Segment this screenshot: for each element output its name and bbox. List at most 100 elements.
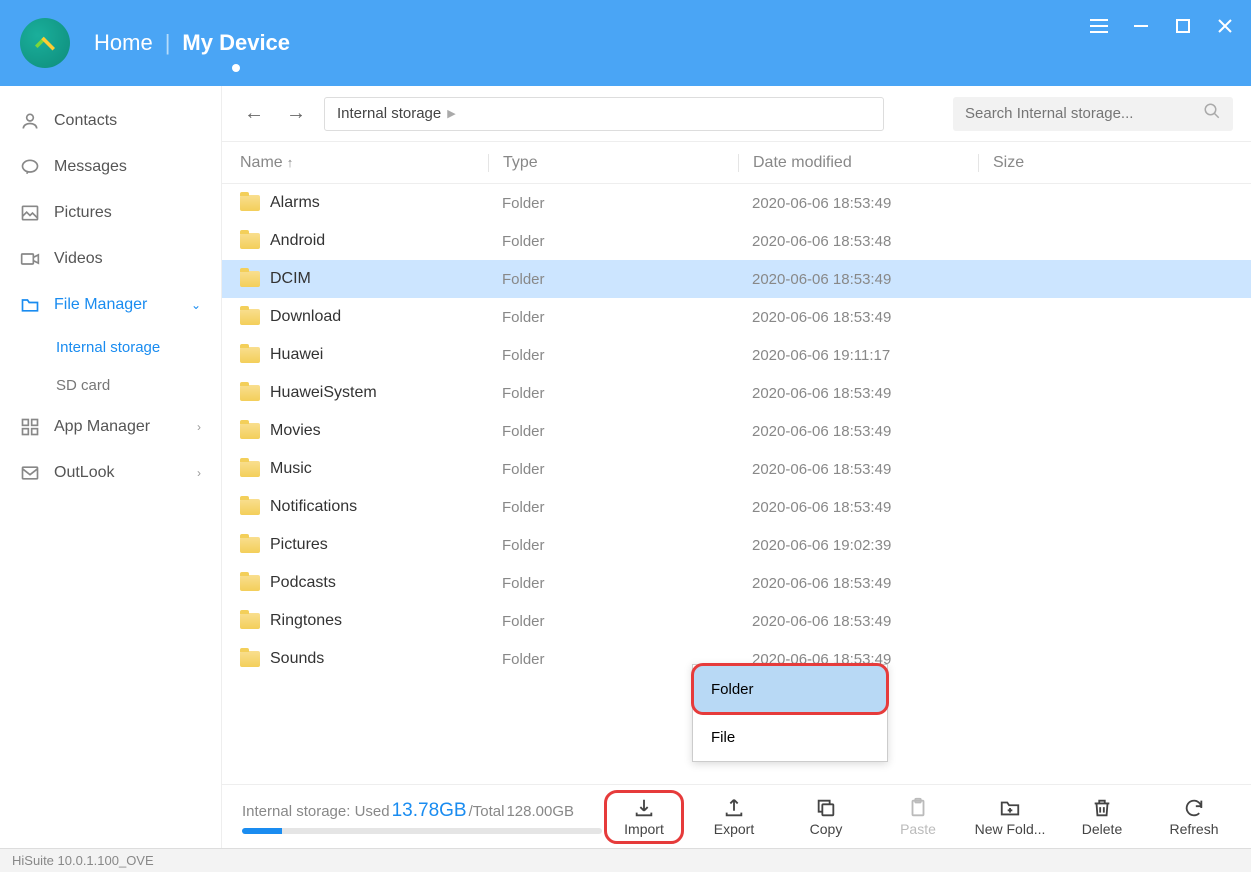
nav-back-button[interactable]: ←: [240, 100, 268, 128]
file-name: Podcasts: [270, 574, 336, 592]
sidebar-item-label: Pictures: [54, 204, 112, 222]
file-name: Pictures: [270, 536, 328, 554]
paste-button: Paste: [881, 797, 955, 837]
file-name: HuaweiSystem: [270, 384, 377, 402]
table-row[interactable]: RingtonesFolder2020-06-06 18:53:49: [222, 602, 1251, 640]
search-input[interactable]: [965, 105, 1203, 122]
table-row[interactable]: NotificationsFolder2020-06-06 18:53:49: [222, 488, 1251, 526]
file-date: 2020-06-06 18:53:49: [738, 309, 978, 326]
maximize-icon[interactable]: [1173, 16, 1193, 36]
file-name: DCIM: [270, 270, 311, 288]
breadcrumb[interactable]: Internal storage ▶: [324, 97, 884, 131]
folder-icon: [240, 651, 260, 667]
messages-icon: [20, 157, 40, 177]
sidebar-item-label: App Manager: [54, 418, 150, 436]
storage-info: Internal storage: Used 13.78GB /Total 12…: [242, 800, 602, 834]
table-row[interactable]: HuaweiSystemFolder2020-06-06 18:53:49: [222, 374, 1251, 412]
popup-item-file[interactable]: File: [693, 713, 887, 761]
chevron-right-icon: ›: [197, 466, 201, 480]
breadcrumb-segment: Internal storage: [337, 105, 441, 122]
nav-forward-button[interactable]: →: [282, 100, 310, 128]
sidebar-sub-sd-card[interactable]: SD card: [0, 366, 221, 404]
file-date: 2020-06-06 18:53:49: [738, 613, 978, 630]
search-icon[interactable]: [1203, 102, 1221, 125]
sidebar-item-contacts[interactable]: Contacts: [0, 98, 221, 144]
chevron-right-icon: ›: [197, 420, 201, 434]
file-type: Folder: [488, 385, 738, 402]
table-row[interactable]: AlarmsFolder2020-06-06 18:53:49: [222, 184, 1251, 222]
newfolder-button[interactable]: New Fold...: [973, 797, 1047, 837]
action-label: Paste: [900, 821, 936, 837]
action-label: Copy: [810, 821, 843, 837]
app-logo: [20, 18, 70, 68]
folder-icon: [240, 271, 260, 287]
version-label: HiSuite 10.0.1.100_OVE: [12, 853, 154, 868]
sidebar-item-messages[interactable]: Messages: [0, 144, 221, 190]
close-icon[interactable]: [1215, 16, 1235, 36]
copy-button[interactable]: Copy: [789, 797, 863, 837]
window-controls: [1089, 16, 1235, 36]
file-name: Movies: [270, 422, 321, 440]
column-date[interactable]: Date modified: [738, 154, 978, 172]
status-bar: HiSuite 10.0.1.100_OVE: [0, 848, 1251, 872]
minimize-icon[interactable]: [1131, 16, 1151, 36]
tab-home[interactable]: Home: [90, 24, 157, 62]
folder-icon: [240, 461, 260, 477]
table-row[interactable]: MusicFolder2020-06-06 18:53:49: [222, 450, 1251, 488]
refresh-icon: [1183, 797, 1205, 819]
table-row[interactable]: PodcastsFolder2020-06-06 18:53:49: [222, 564, 1251, 602]
file-date: 2020-06-06 18:53:48: [738, 233, 978, 250]
action-label: Import: [624, 821, 664, 837]
file-name: Ringtones: [270, 612, 342, 630]
delete-button[interactable]: Delete: [1065, 797, 1139, 837]
storage-used: 13.78GB: [392, 800, 467, 822]
folder-icon: [240, 233, 260, 249]
popup-item-folder[interactable]: Folder: [693, 665, 887, 713]
table-row[interactable]: PicturesFolder2020-06-06 19:02:39: [222, 526, 1251, 564]
column-name[interactable]: Name ↑: [240, 154, 488, 172]
sidebar-item-videos[interactable]: Videos: [0, 236, 221, 282]
folder-icon: [20, 295, 40, 315]
sidebar-item-file-manager[interactable]: File Manager⌄: [0, 282, 221, 328]
folder-icon: [240, 613, 260, 629]
logo-icon: [30, 28, 60, 58]
folder-icon: [240, 499, 260, 515]
table-row[interactable]: HuaweiFolder2020-06-06 19:11:17: [222, 336, 1251, 374]
table-row[interactable]: MoviesFolder2020-06-06 18:53:49: [222, 412, 1251, 450]
sidebar-item-app-manager[interactable]: App Manager ›: [0, 404, 221, 450]
main-panel: ← → Internal storage ▶ Name ↑ Type Date …: [222, 86, 1251, 848]
sidebar-item-pictures[interactable]: Pictures: [0, 190, 221, 236]
sidebar-item-label: Messages: [54, 158, 127, 176]
titlebar: Home|My Device: [0, 0, 1251, 86]
newfolder-icon: [999, 797, 1021, 819]
storage-total-prefix: /Total: [469, 803, 505, 820]
file-name: Alarms: [270, 194, 320, 212]
folder-icon: [240, 309, 260, 325]
action-bar: Internal storage: Used 13.78GB /Total 12…: [222, 784, 1251, 848]
import-button[interactable]: Import: [607, 793, 681, 841]
sidebar-item-label: Contacts: [54, 112, 117, 130]
sidebar-item-label: File Manager: [54, 296, 147, 314]
table-row[interactable]: DCIMFolder2020-06-06 18:53:49: [222, 260, 1251, 298]
import-popup: FolderFile: [692, 664, 888, 762]
column-type[interactable]: Type: [488, 154, 738, 172]
search-box[interactable]: [953, 97, 1233, 131]
column-size[interactable]: Size: [978, 154, 1251, 172]
folder-icon: [240, 347, 260, 363]
contacts-icon: [20, 111, 40, 131]
sidebar-sub-internal-storage[interactable]: Internal storage: [0, 328, 221, 366]
table-row[interactable]: DownloadFolder2020-06-06 18:53:49: [222, 298, 1251, 336]
file-date: 2020-06-06 18:53:49: [738, 271, 978, 288]
storage-total: 128.00GB: [506, 803, 574, 820]
folder-icon: [240, 537, 260, 553]
table-row[interactable]: AndroidFolder2020-06-06 18:53:48: [222, 222, 1251, 260]
menu-icon[interactable]: [1089, 16, 1109, 36]
sidebar-item-outlook[interactable]: OutLook›: [0, 450, 221, 496]
refresh-button[interactable]: Refresh: [1157, 797, 1231, 837]
tab-my-device[interactable]: My Device: [178, 24, 294, 62]
export-button[interactable]: Export: [697, 797, 771, 837]
file-type: Folder: [488, 461, 738, 478]
file-name: Sounds: [270, 650, 324, 668]
storage-prefix: Internal storage: Used: [242, 803, 390, 820]
folder-icon: [240, 575, 260, 591]
